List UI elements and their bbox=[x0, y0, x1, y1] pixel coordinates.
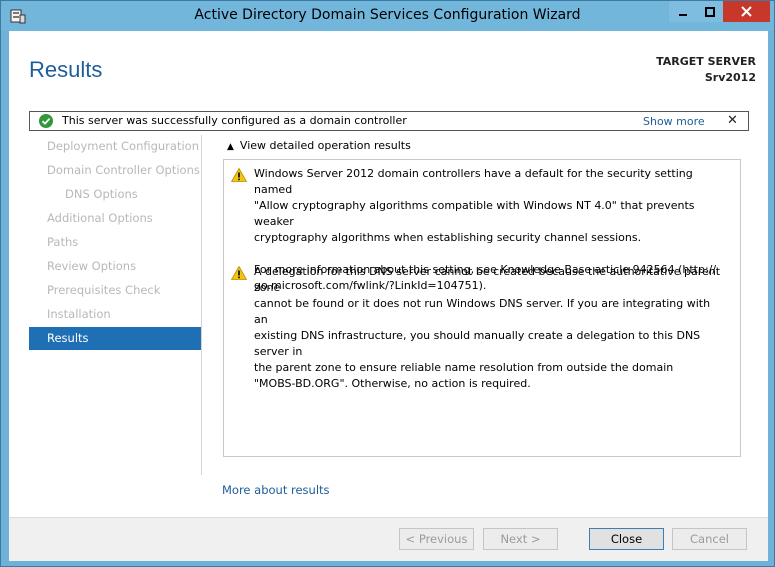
notification-text: This server was successfully configured … bbox=[62, 114, 407, 127]
notification-close-icon[interactable]: ✕ bbox=[727, 113, 738, 128]
message-line: "Allow cryptography algorithms compatibl… bbox=[254, 199, 695, 228]
nav-item-results[interactable]: Results bbox=[29, 327, 201, 350]
title-bar[interactable]: Active Directory Domain Services Configu… bbox=[1, 1, 774, 31]
sidebar-divider bbox=[201, 135, 202, 475]
show-more-link[interactable]: Show more bbox=[643, 115, 705, 128]
window-close-button[interactable] bbox=[723, 1, 770, 22]
warning-icon bbox=[231, 266, 247, 280]
minimize-button[interactable] bbox=[669, 1, 696, 22]
wizard-footer: < Previous Next > Close Cancel bbox=[9, 517, 768, 561]
next-button[interactable]: Next > bbox=[483, 528, 558, 550]
message-line: existing DNS infrastructure, you should … bbox=[254, 329, 701, 358]
message-line: the parent zone to ensure reliable name … bbox=[254, 361, 674, 374]
minimize-icon bbox=[678, 13, 687, 16]
nav-item-deployment-configuration: Deployment Configuration bbox=[47, 139, 199, 153]
nav-item-dns-options: DNS Options bbox=[65, 187, 138, 201]
message-line: cryptography algorithms when establishin… bbox=[254, 231, 642, 244]
nav-item-paths: Paths bbox=[47, 235, 79, 249]
wizard-navigation: Deployment Configuration Domain Controll… bbox=[29, 135, 201, 475]
wizard-window: Active Directory Domain Services Configu… bbox=[0, 0, 775, 567]
previous-button[interactable]: < Previous bbox=[399, 528, 474, 550]
page-title: Results bbox=[29, 57, 103, 82]
nav-item-review-options: Review Options bbox=[47, 259, 137, 273]
message-line: "MOBS-BD.ORG". Otherwise, no action is r… bbox=[254, 377, 531, 390]
nav-item-domain-controller-options: Domain Controller Options bbox=[47, 163, 200, 177]
success-notification-bar: This server was successfully configured … bbox=[29, 111, 749, 131]
nav-item-installation: Installation bbox=[47, 307, 111, 321]
more-about-results-link[interactable]: More about results bbox=[222, 483, 330, 497]
message-line: Windows Server 2012 domain controllers h… bbox=[254, 167, 693, 196]
cancel-button[interactable]: Cancel bbox=[672, 528, 747, 550]
maximize-button[interactable] bbox=[696, 1, 723, 22]
wizard-header: Results TARGET SERVER Srv2012 bbox=[9, 31, 768, 109]
close-icon bbox=[741, 6, 752, 17]
nav-item-additional-options: Additional Options bbox=[47, 211, 153, 225]
warning-icon bbox=[231, 168, 247, 182]
warning-message-dns-delegation: A delegation for this DNS server cannot … bbox=[254, 264, 724, 392]
window-title: Active Directory Domain Services Configu… bbox=[194, 7, 581, 23]
success-check-icon bbox=[39, 114, 53, 128]
message-line: A delegation for this DNS server cannot … bbox=[254, 265, 721, 294]
chevron-up-icon: ▲ bbox=[227, 142, 234, 152]
maximize-icon bbox=[704, 6, 715, 17]
message-line: cannot be found or it does not run Windo… bbox=[254, 297, 711, 326]
view-detailed-results-toggle[interactable]: ▲ View detailed operation results bbox=[227, 139, 411, 152]
target-server-label: TARGET SERVER bbox=[656, 55, 756, 68]
details-toggle-label: View detailed operation results bbox=[239, 139, 411, 152]
target-server-name: Srv2012 bbox=[704, 71, 756, 84]
operation-results-box[interactable]: Windows Server 2012 domain controllers h… bbox=[223, 159, 741, 457]
close-button[interactable]: Close bbox=[589, 528, 664, 550]
wizard-client-area: Results TARGET SERVER Srv2012 This serve… bbox=[9, 31, 768, 561]
nav-item-prerequisites-check: Prerequisites Check bbox=[47, 283, 161, 297]
